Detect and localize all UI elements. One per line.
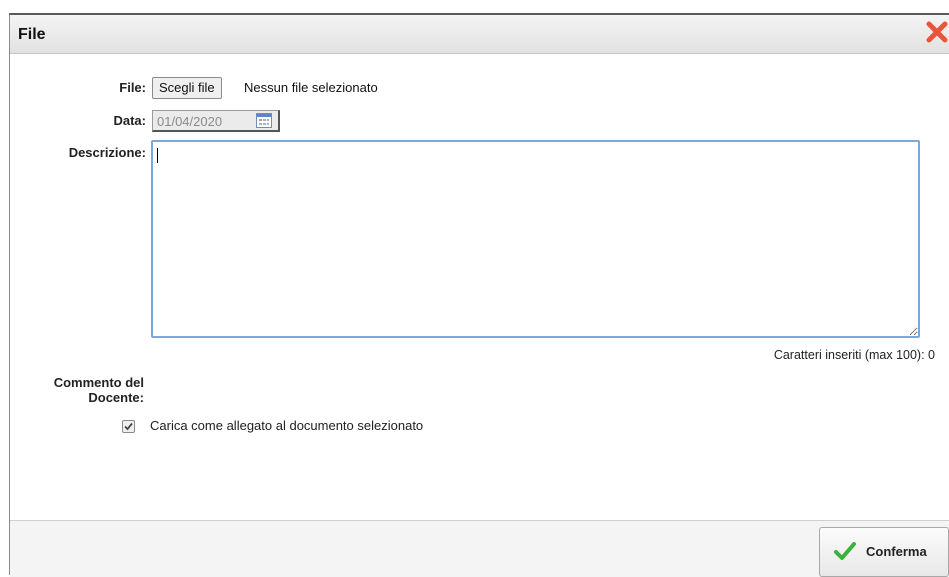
- description-label: Descrizione:: [68, 145, 146, 160]
- confirm-button[interactable]: Conferma: [819, 527, 949, 577]
- date-field[interactable]: 01/04/2020: [152, 110, 280, 132]
- calendar-icon[interactable]: [256, 113, 272, 128]
- date-value: 01/04/2020: [157, 114, 223, 129]
- checkmark-icon: [834, 542, 856, 560]
- text-caret: [157, 148, 158, 163]
- close-x-icon: [926, 21, 948, 43]
- dialog-footer: Conferma: [10, 520, 949, 577]
- choose-file-button[interactable]: Scegli file: [152, 77, 222, 99]
- attach-checkbox[interactable]: [122, 420, 135, 433]
- description-textarea[interactable]: [151, 140, 920, 338]
- file-dialog: File File: Scegli file Nessun file selez…: [9, 13, 949, 577]
- dialog-titlebar: File: [10, 15, 949, 54]
- attach-checkbox-label: Carica come allegato al documento selezi…: [150, 418, 424, 433]
- dialog-body: File: Scegli file Nessun file selezionat…: [10, 54, 949, 520]
- background-strip: [0, 0, 949, 13]
- dialog-title: File: [18, 26, 46, 43]
- file-label: File:: [119, 80, 146, 95]
- date-label: Data:: [113, 113, 146, 128]
- no-file-selected-text: Nessun file selezionato: [244, 80, 378, 95]
- confirm-label: Conferma: [866, 544, 927, 559]
- checkbox-check-icon: [124, 422, 133, 431]
- close-button[interactable]: [925, 19, 949, 45]
- comment-label: Commento del Docente:: [53, 375, 144, 405]
- character-counter: Caratteri inseriti (max 100): 0: [773, 348, 935, 362]
